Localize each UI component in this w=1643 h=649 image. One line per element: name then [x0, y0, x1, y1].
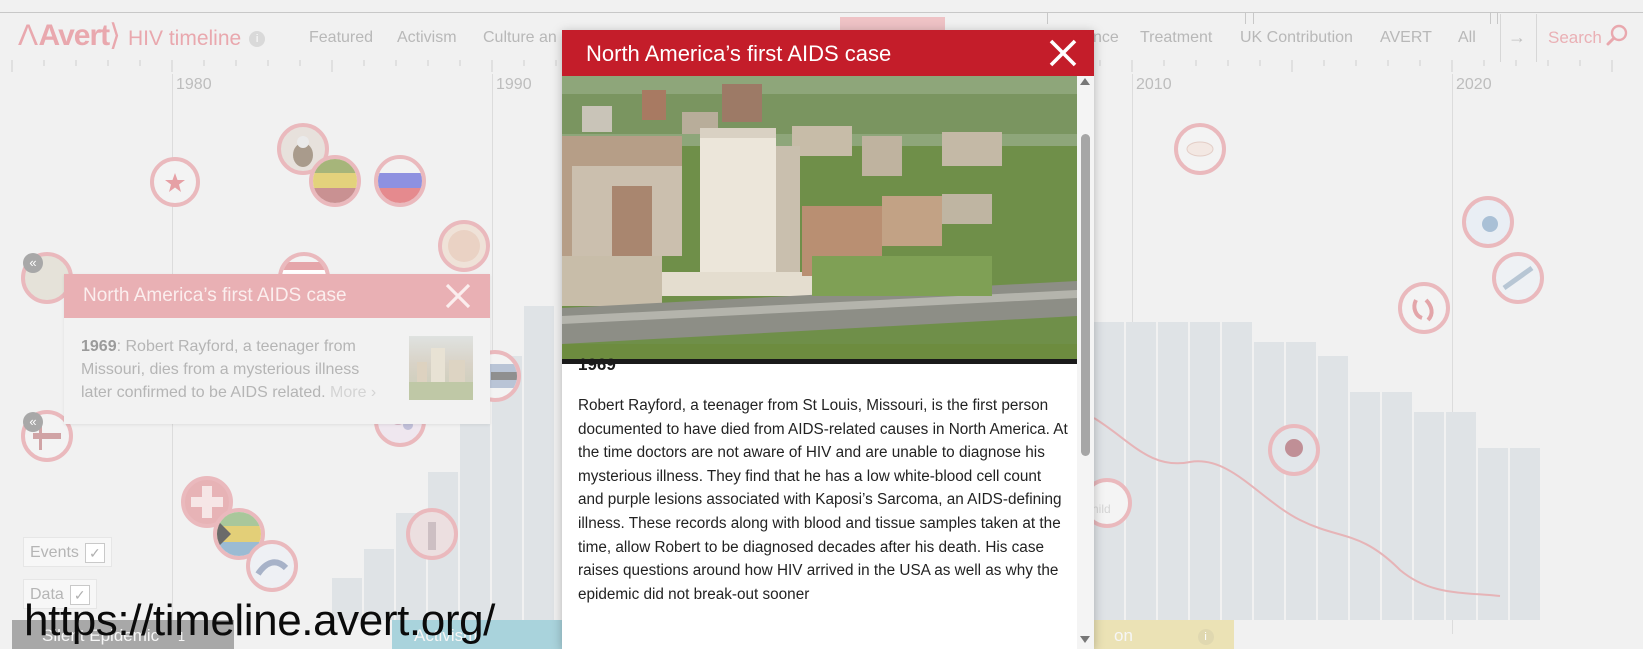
scroll-down-arrow-icon[interactable]	[1080, 636, 1090, 643]
url-watermark: https://timeline.avert.org/	[24, 596, 495, 645]
event-photo-icon[interactable]	[246, 540, 298, 592]
preview-card-text: 1969: Robert Rayford, a teenager from Mi…	[81, 335, 381, 404]
event-coin-icon[interactable]	[438, 220, 490, 272]
modal-header: North America’s first AIDS case	[562, 30, 1094, 76]
event-detail-modal: North America’s first AIDS case 1969 Rob…	[562, 30, 1094, 649]
close-icon[interactable]	[1048, 38, 1078, 68]
check-icon[interactable]: ✓	[84, 543, 105, 563]
close-icon[interactable]	[444, 282, 472, 310]
events-toggle[interactable]: Events ✓	[23, 537, 112, 567]
era-fragment[interactable]: on i	[1094, 620, 1234, 649]
event-fragment-text: hild	[1092, 502, 1111, 516]
event-preview-card[interactable]: North America’s first AIDS case 1969: Ro…	[64, 274, 490, 424]
scrollbar-thumb[interactable]	[1081, 134, 1090, 456]
event-flag-icon[interactable]	[309, 155, 361, 207]
event-photo	[562, 76, 1077, 364]
event-pill-icon[interactable]	[1174, 123, 1226, 175]
modal-body-text: Robert Rayford, a teenager from St Louis…	[578, 397, 1068, 603]
preview-card-summary: : Robert Rayford, a teenager from Missou…	[81, 338, 360, 401]
preview-card-header: North America’s first AIDS case	[64, 274, 490, 318]
era-label: on	[1114, 626, 1133, 645]
modal-scrollbar[interactable]	[1077, 76, 1094, 649]
event-photo-icon[interactable]	[1268, 424, 1320, 476]
more-link[interactable]: More ›	[330, 384, 376, 401]
event-flag-icon[interactable]	[374, 155, 426, 207]
collapse-icon[interactable]: «	[23, 412, 43, 432]
event-ribbon-icon[interactable]	[1398, 282, 1450, 334]
modal-year: 1969	[578, 355, 616, 374]
event-lab-icon[interactable]	[1462, 196, 1514, 248]
modal-title: North America’s first AIDS case	[586, 41, 892, 66]
preview-card-thumbnail[interactable]	[409, 336, 473, 400]
hiv-timeline-page: ΛAvert⟩ HIV timeline i Featured Activism…	[0, 0, 1643, 649]
preview-card-year: 1969	[81, 338, 117, 355]
scroll-up-arrow-icon[interactable]	[1080, 78, 1090, 85]
preview-card-title: North America’s first AIDS case	[83, 285, 347, 306]
event-building-icon[interactable]	[406, 508, 458, 560]
collapse-icon[interactable]: «	[23, 253, 43, 273]
event-star-icon[interactable]	[150, 157, 200, 207]
event-syringe-icon[interactable]	[1492, 252, 1544, 304]
events-toggle-label: Events	[30, 544, 79, 562]
info-icon[interactable]: i	[1197, 628, 1214, 645]
